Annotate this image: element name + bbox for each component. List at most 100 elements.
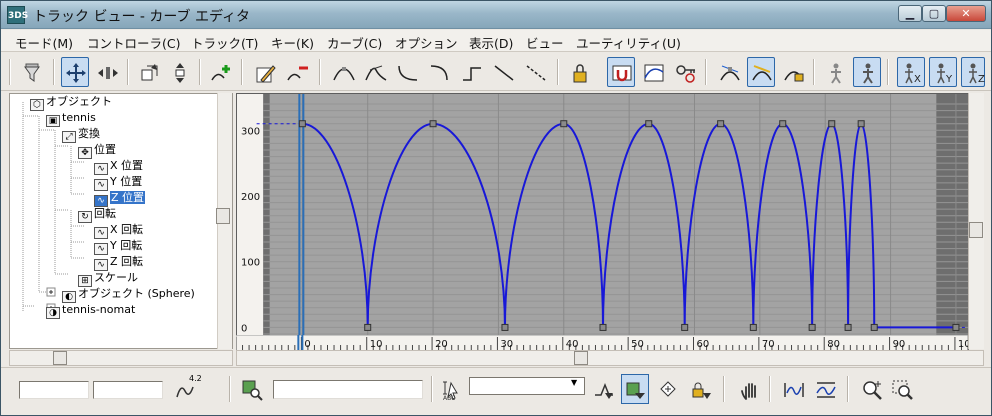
menu-display[interactable]: 表示(D) xyxy=(469,33,513,52)
tree-horizontal-scrollbar[interactable] xyxy=(9,350,233,366)
tree-node[interactable]: ∿ Z 回転 xyxy=(94,254,143,271)
biped-y-button[interactable]: Y xyxy=(929,57,957,87)
pan-button[interactable] xyxy=(735,374,763,404)
tree-node[interactable]: ⤢ 変換 xyxy=(62,126,100,143)
tree-node[interactable]: ∿ Y 回転 xyxy=(94,238,142,255)
zoom-selected-button[interactable] xyxy=(653,374,681,404)
key-point[interactable] xyxy=(870,323,878,331)
menu-mode[interactable]: モード(M) xyxy=(15,33,73,52)
key-point[interactable] xyxy=(298,120,306,128)
show-tangents-icon xyxy=(720,65,740,81)
snap-frames-button[interactable] xyxy=(607,57,635,87)
value-field[interactable] xyxy=(93,381,163,399)
status-separator xyxy=(769,376,771,402)
curve-horizontal-scroll-thumb[interactable] xyxy=(574,351,588,365)
select-by-name-button[interactable] xyxy=(237,374,265,404)
scale-keys-button[interactable] xyxy=(135,57,163,87)
tree-node[interactable]: ∿ Y 位置 xyxy=(94,174,142,191)
scale-values-button[interactable] xyxy=(165,57,193,87)
biped-button[interactable] xyxy=(853,57,881,87)
curve-editor-graph[interactable]: 0 100 200 300 xyxy=(236,93,969,350)
key-point[interactable] xyxy=(779,120,787,128)
show-tangents-button[interactable] xyxy=(715,57,743,87)
key-point[interactable] xyxy=(364,323,372,331)
key-lock-button[interactable] xyxy=(671,57,699,87)
curve-graph-svg[interactable]: 0100200300 xyxy=(237,94,969,350)
key-point[interactable] xyxy=(429,120,437,128)
tree-horizontal-scroll-thumb[interactable] xyxy=(53,351,67,365)
tangent-smooth-button[interactable] xyxy=(521,57,549,87)
curve-vertical-scroll-thumb[interactable] xyxy=(969,222,983,238)
biped-z-button[interactable]: Z xyxy=(961,57,985,87)
zoom-region-button[interactable] xyxy=(887,374,915,404)
menu-view[interactable]: ビュー xyxy=(526,33,564,52)
biped-x-button[interactable]: X xyxy=(897,57,925,87)
tree-node[interactable]: ✥ 位置 xyxy=(78,142,116,159)
curve-vertical-scrollbar[interactable] xyxy=(968,93,984,349)
tree-node[interactable]: ▣ tennis xyxy=(46,110,96,127)
curve-horizontal-scrollbar[interactable] xyxy=(236,350,984,366)
tree-node[interactable]: ∿ X 回転 xyxy=(94,222,143,239)
minimize-button[interactable]: ▁ xyxy=(898,5,922,22)
tree-node[interactable]: ◑ tennis-nomat xyxy=(46,302,135,319)
add-keys-button[interactable] xyxy=(207,57,235,87)
zoom-button[interactable] xyxy=(857,374,885,404)
key-point[interactable] xyxy=(857,120,865,128)
tree-node[interactable]: ↻ 回転 xyxy=(78,206,116,223)
select-text-button[interactable]: ABC xyxy=(437,374,465,404)
key-point[interactable] xyxy=(645,120,653,128)
tree-vertical-scroll-thumb[interactable] xyxy=(216,208,230,224)
frame-value-extents-button[interactable] xyxy=(811,374,839,404)
key-point[interactable] xyxy=(808,323,816,331)
menu-controller[interactable]: コントローラ(C) xyxy=(87,33,180,52)
key-point[interactable] xyxy=(828,120,836,128)
tree-node[interactable]: ⊞ スケール xyxy=(78,270,138,287)
tangent-fast-button[interactable] xyxy=(393,57,421,87)
close-button[interactable]: ✕ xyxy=(946,5,986,22)
menu-key[interactable]: キー(K) xyxy=(271,33,314,52)
draw-curves-button[interactable] xyxy=(251,57,279,87)
key-point[interactable] xyxy=(844,323,852,331)
lock-tangents-button[interactable] xyxy=(747,57,775,87)
tangent-custom-button[interactable] xyxy=(361,57,389,87)
title-bar[interactable]: 3DS トラック ビュー - カーブ エディタ ▁ ▢ ✕ xyxy=(1,1,991,29)
tangent-linear-button[interactable] xyxy=(489,57,517,87)
filter-selected-tracks-button[interactable] xyxy=(589,374,617,404)
key-point[interactable] xyxy=(749,323,757,331)
menu-utilities[interactable]: ユーティリティ(U) xyxy=(576,33,681,52)
tangent-step-button[interactable] xyxy=(457,57,485,87)
tree-node[interactable]: ⬡ オブジェクト xyxy=(30,94,112,111)
reduce-keys-button[interactable] xyxy=(283,57,311,87)
frame-field[interactable] xyxy=(19,381,89,399)
maximize-button[interactable]: ▢ xyxy=(922,5,946,22)
freeze-button[interactable] xyxy=(821,57,849,87)
controller-tree[interactable]: ⬡ オブジェクト ▣ tennis ⤢ 変換 ✥ 位置 ∿ X 位置 ∿ Y 位置 ∿ Z 位置 ↻ 回転 ∿ X… xyxy=(9,93,233,349)
key-point[interactable] xyxy=(599,323,607,331)
move-keys-button[interactable] xyxy=(61,57,89,87)
tree-node[interactable]: ∿ Z 位置 xyxy=(94,190,146,207)
name-input[interactable] xyxy=(273,380,423,399)
key-point[interactable] xyxy=(717,120,725,128)
key-point[interactable] xyxy=(560,120,568,128)
time-ruler[interactable]: 0 10 20 30 40 50 60 70 80 90 100 xyxy=(236,335,968,351)
slide-keys-button[interactable] xyxy=(93,57,121,87)
frame-horizontal-icon xyxy=(784,383,804,397)
menu-options[interactable]: オプション xyxy=(395,33,458,52)
frame-horizontal-extents-button[interactable] xyxy=(779,374,807,404)
key-point[interactable] xyxy=(681,323,689,331)
edit-track-set-button[interactable] xyxy=(685,374,713,404)
filter-button[interactable] xyxy=(19,57,47,87)
key-point[interactable] xyxy=(501,323,509,331)
lock-tangents-2-button[interactable] xyxy=(779,57,807,87)
parameter-curve-out-of-range-button[interactable] xyxy=(639,57,667,87)
menu-track[interactable]: トラック(T) xyxy=(191,33,258,52)
tree-node[interactable]: ◐ オブジェクト (Sphere) xyxy=(62,286,195,303)
tangent-auto-button[interactable] xyxy=(329,57,357,87)
tree-node[interactable]: ∿ X 位置 xyxy=(94,158,143,175)
filter-animated-tracks-button[interactable] xyxy=(621,374,649,404)
key-point[interactable] xyxy=(952,323,960,331)
menu-curve[interactable]: カーブ(C) xyxy=(327,33,382,52)
lock-selection-button[interactable] xyxy=(565,57,593,87)
tangent-slow-button[interactable] xyxy=(425,57,453,87)
selection-set-dropdown[interactable] xyxy=(469,377,585,395)
